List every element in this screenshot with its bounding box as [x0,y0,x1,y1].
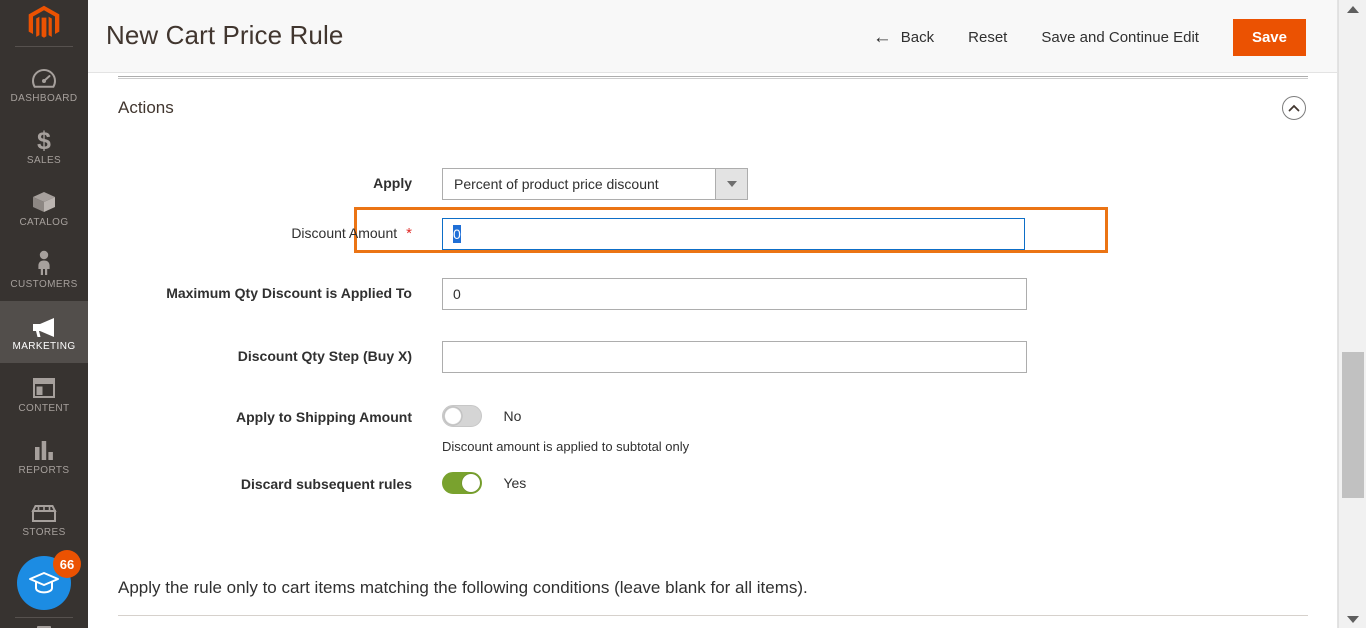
sidebar-item-label: CUSTOMERS [10,279,78,290]
caret-down-icon[interactable] [715,169,747,199]
admin-sidebar: DASHBOARD $ SALES CATALOG CUSTOMERS MARK… [0,0,88,628]
page-title: New Cart Price Rule [106,20,344,50]
sales-dollar-icon: $ [33,126,55,152]
maximum-qty-label: Maximum Qty Discount is Applied To [166,285,412,301]
page-content: Actions Apply Percent of product price d… [88,73,1338,628]
back-button-label: Back [900,28,935,46]
sidebar-divider-top [15,46,73,47]
discount-amount-input[interactable]: 0 [442,218,1025,250]
page-actions-toolbar: ← Back Reset Save and Continue Edit Save [873,18,1306,56]
graduation-cap-icon[interactable]: 66 [17,550,81,610]
scroll-down-icon[interactable] [1339,610,1366,628]
sidebar-item-system[interactable] [0,618,88,628]
page-header: New Cart Price Rule ← Back Reset Save an… [88,0,1338,73]
actions-form: Apply Percent of product price discount … [88,168,1338,506]
field-row-discard-subsequent-rules: Discard subsequent rules Yes [88,472,1338,494]
save-button[interactable]: Save [1232,18,1306,56]
discount-amount-control: 0 [442,218,1025,250]
apply-label: Apply [373,175,412,191]
customers-person-icon [34,250,54,276]
discount-qty-step-label: Discount Qty Step (Buy X) [237,348,412,364]
sidebar-item-label: CATALOG [19,217,69,228]
apply-to-shipping-label: Apply to Shipping Amount [235,409,412,425]
dashboard-icon [32,64,56,90]
sidebar-item-label: CONTENT [18,403,70,414]
sidebar-item-stores[interactable]: STORES [0,487,88,549]
apply-select-value: Percent of product price discount [454,176,659,192]
discard-subsequent-rules-control: Yes [442,472,526,494]
discard-subsequent-rules-state: Yes [503,475,527,491]
marketing-megaphone-icon [30,312,58,338]
field-row-apply-to-shipping: Apply to Shipping Amount No Discount amo… [88,405,1338,454]
discount-qty-step-input[interactable] [442,341,1027,373]
required-asterisk: * [406,225,412,242]
sidebar-item-content[interactable]: CONTENT [0,363,88,425]
conditions-rule [118,615,1308,616]
reset-button[interactable]: Reset [968,29,1007,46]
apply-control: Percent of product price discount [442,168,748,200]
discount-amount-label: Discount Amount * [291,225,412,242]
magento-logo[interactable] [0,0,88,46]
conditions-heading: Apply the rule only to cart items matchi… [118,578,808,597]
apply-to-shipping-note: Discount amount is applied to subtotal o… [442,439,690,454]
discard-subsequent-rules-label: Discard subsequent rules [240,476,412,492]
arrow-left-icon: ← [872,26,892,48]
help-badge-count: 66 [53,550,81,578]
help-center-button[interactable]: 66 [0,549,88,617]
sidebar-item-label: SALES [26,155,62,166]
actions-section-header: Actions [118,96,1308,144]
sidebar-item-sales[interactable]: $ SALES [0,115,88,177]
conditions-section: Apply the rule only to cart items matchi… [118,578,1308,616]
magento-admin-page: DASHBOARD $ SALES CATALOG CUSTOMERS MARK… [0,0,1366,628]
sidebar-item-catalog[interactable]: CATALOG [0,177,88,239]
catalog-box-icon [31,188,57,214]
maximum-qty-control [442,278,1027,310]
sidebar-item-dashboard[interactable]: DASHBOARD [0,53,88,115]
reports-bar-chart-icon [32,436,56,462]
back-button[interactable]: ← Back [873,28,934,47]
field-row-discount-qty-step: Discount Qty Step (Buy X) [88,341,1338,373]
sidebar-item-reports[interactable]: REPORTS [0,425,88,487]
discard-subsequent-rules-toggle[interactable] [442,472,482,494]
apply-to-shipping-state: No [503,408,522,424]
content-top-rule-secondary [118,78,1308,79]
sidebar-item-label: DASHBOARD [10,93,78,104]
apply-select[interactable]: Percent of product price discount [442,168,748,200]
sidebar-item-label: REPORTS [18,465,70,476]
sidebar-item-label: MARKETING [12,341,76,352]
page-scrollbar[interactable] [1338,0,1366,628]
apply-to-shipping-toggle[interactable] [442,405,482,427]
field-row-maximum-qty: Maximum Qty Discount is Applied To [88,278,1338,310]
maximum-qty-input[interactable] [442,278,1027,310]
svg-text:$: $ [37,127,51,152]
section-title: Actions [118,98,174,117]
sidebar-item-label: STORES [22,527,66,538]
content-layout-icon [32,374,56,400]
system-gear-icon [31,624,57,628]
field-row-apply: Apply Percent of product price discount [88,168,1338,200]
chevron-up-icon[interactable] [1282,96,1306,120]
discount-qty-step-control [442,341,1027,373]
content-top-rule [118,76,1308,77]
save-and-continue-edit-button[interactable]: Save and Continue Edit [1041,29,1199,46]
sidebar-item-marketing[interactable]: MARKETING [0,301,88,363]
scroll-up-icon[interactable] [1339,0,1366,18]
scrollbar-thumb[interactable] [1342,352,1364,498]
field-row-discount-amount: Discount Amount * 0 [88,207,1338,253]
sidebar-item-customers[interactable]: CUSTOMERS [0,239,88,301]
stores-storefront-icon [31,498,57,524]
discount-amount-value: 0 [453,225,461,243]
apply-to-shipping-control: No Discount amount is applied to subtota… [442,405,689,454]
